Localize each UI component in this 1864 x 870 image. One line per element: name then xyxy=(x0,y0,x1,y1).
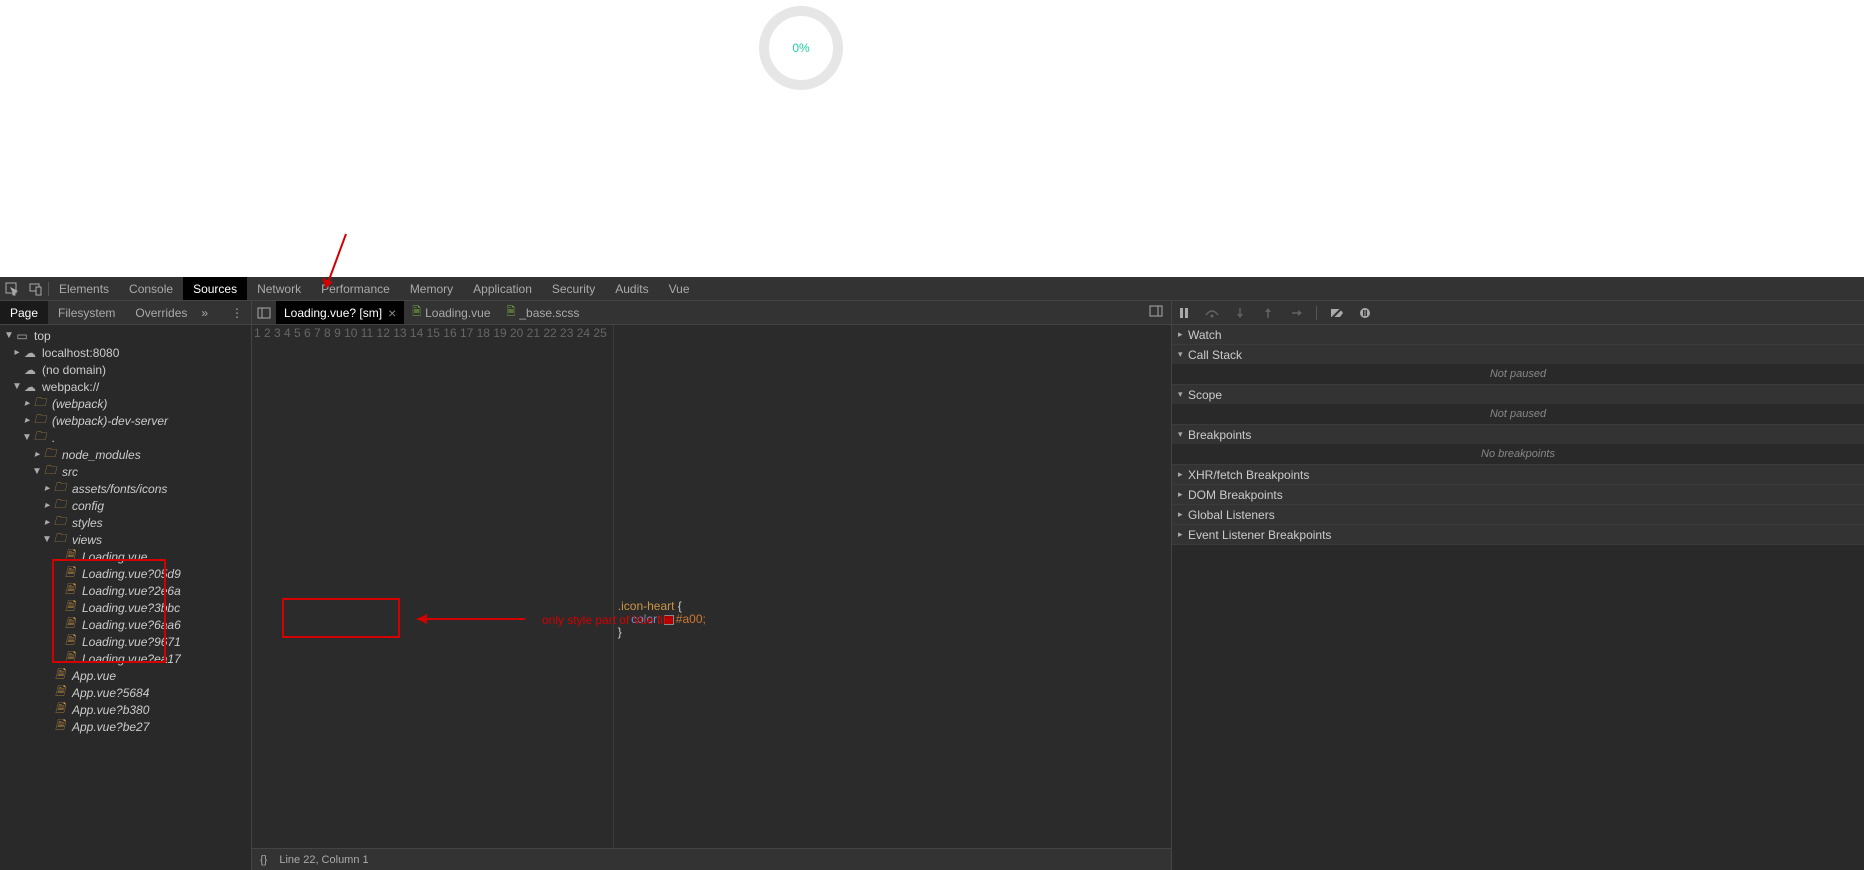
cloud-icon: ☁ xyxy=(22,346,38,360)
pause-on-exceptions-icon[interactable] xyxy=(1357,307,1373,319)
status-braces[interactable]: {} xyxy=(260,854,267,866)
tree-src[interactable]: ▼🗀src xyxy=(0,463,251,480)
close-icon[interactable]: × xyxy=(388,305,396,321)
cloud-icon: ☁ xyxy=(22,380,38,394)
tree-file[interactable]: 🗎Loading.vue?ea17 xyxy=(0,650,251,667)
tree-file[interactable]: 🗎App.vue?b380 xyxy=(0,701,251,718)
code-editor[interactable]: 1 2 3 4 5 6 7 8 9 10 11 12 13 14 15 16 1… xyxy=(252,325,1171,848)
nav-tab-filesystem[interactable]: Filesystem xyxy=(48,301,125,324)
tree-styles[interactable]: ▸🗀styles xyxy=(0,514,251,531)
loading-spinner: 0% xyxy=(759,6,843,90)
spinner-percent: 0% xyxy=(792,41,809,55)
editor-tabs: Loading.vue? [sm] × 🗎 Loading.vue 🗎 _bas… xyxy=(252,301,1171,325)
scss-file-icon: 🗎 xyxy=(507,303,516,322)
inspect-icon[interactable] xyxy=(0,282,24,296)
breakpoints-body: No breakpoints xyxy=(1172,444,1864,464)
status-cursor-position: Line 22, Column 1 xyxy=(279,854,368,866)
watch-section[interactable]: ▸Watch xyxy=(1172,325,1864,345)
vue-file-icon: 🗎 xyxy=(412,303,421,322)
frame-icon: ▭ xyxy=(14,329,30,343)
dom-breakpoints-section[interactable]: ▸DOM Breakpoints xyxy=(1172,485,1864,505)
tree-file[interactable]: 🗎App.vue?be27 xyxy=(0,718,251,735)
scope-body: Not paused xyxy=(1172,404,1864,424)
tree-file[interactable]: 🗎Loading.vue?2e6a xyxy=(0,582,251,599)
line-gutter: 1 2 3 4 5 6 7 8 9 10 11 12 13 14 15 16 1… xyxy=(252,325,614,848)
devtools-tabs: Elements Console Sources Network Perform… xyxy=(49,277,700,300)
file-tab[interactable]: 🗎 _base.scss xyxy=(499,301,588,324)
toggle-debugger-icon[interactable] xyxy=(1141,304,1171,321)
tab-elements[interactable]: Elements xyxy=(49,277,119,300)
step-out-icon[interactable] xyxy=(1260,307,1276,319)
annotation-arrow-1 xyxy=(320,232,348,292)
callstack-section[interactable]: ▾Call Stack Not paused xyxy=(1172,345,1864,385)
toggle-navigator-icon[interactable] xyxy=(252,306,276,320)
debugger-panel: ▸Watch ▾Call Stack Not paused ▾Scope Not… xyxy=(1171,301,1864,870)
tab-application[interactable]: Application xyxy=(463,277,542,300)
file-icon: 🗎 xyxy=(52,716,68,737)
tab-sources[interactable]: Sources xyxy=(183,277,247,300)
xhr-breakpoints-section[interactable]: ▸XHR/fetch Breakpoints xyxy=(1172,465,1864,485)
editor-panel: Loading.vue? [sm] × 🗎 Loading.vue 🗎 _bas… xyxy=(252,301,1171,870)
cloud-icon: ☁ xyxy=(22,363,38,377)
tab-security[interactable]: Security xyxy=(542,277,605,300)
tree-top[interactable]: ▼▭top xyxy=(0,327,251,344)
tree-file[interactable]: 🗎Loading.vue?9671 xyxy=(0,633,251,650)
file-tab-active[interactable]: Loading.vue? [sm] × xyxy=(276,301,404,324)
scope-section[interactable]: ▾Scope Not paused xyxy=(1172,385,1864,425)
tree-file[interactable]: 🗎App.vue xyxy=(0,667,251,684)
nav-tab-overrides[interactable]: Overrides xyxy=(125,301,197,324)
tree-views[interactable]: ▼🗀views xyxy=(0,531,251,548)
tree-file[interactable]: 🗎Loading.vue?05d9 xyxy=(0,565,251,582)
tab-network[interactable]: Network xyxy=(247,277,311,300)
debugger-toolbar xyxy=(1172,301,1864,325)
tree-localhost[interactable]: ▸☁localhost:8080 xyxy=(0,344,251,361)
tree-file[interactable]: 🗎Loading.vue xyxy=(0,548,251,565)
nav-tab-more[interactable]: » xyxy=(201,306,208,320)
navigator-tabs: Page Filesystem Overrides » ⋮ xyxy=(0,301,251,325)
tab-console[interactable]: Console xyxy=(119,277,183,300)
event-listener-breakpoints-section[interactable]: ▸Event Listener Breakpoints xyxy=(1172,525,1864,545)
step-over-icon[interactable] xyxy=(1204,307,1220,319)
tree-dot[interactable]: ▼🗀. xyxy=(0,429,251,446)
page-content: 0% xyxy=(0,0,1864,277)
devtools-panel: Elements Console Sources Network Perform… xyxy=(0,277,1864,870)
global-listeners-section[interactable]: ▸Global Listeners xyxy=(1172,505,1864,525)
file-tree: ▼▭top ▸☁localhost:8080 ☁(no domain) ▼☁we… xyxy=(0,325,251,870)
tree-file[interactable]: 🗎Loading.vue?6aa6 xyxy=(0,616,251,633)
tab-memory[interactable]: Memory xyxy=(400,277,463,300)
tree-assets[interactable]: ▸🗀assets/fonts/icons xyxy=(0,480,251,497)
tree-file[interactable]: 🗎App.vue?5684 xyxy=(0,684,251,701)
devtools-header: Elements Console Sources Network Perform… xyxy=(0,277,1864,301)
step-icon[interactable] xyxy=(1288,307,1304,319)
sources-navigator: Page Filesystem Overrides » ⋮ ▼▭top ▸☁lo… xyxy=(0,301,252,870)
tree-file[interactable]: 🗎Loading.vue?3bbc xyxy=(0,599,251,616)
file-tab[interactable]: 🗎 Loading.vue xyxy=(404,301,498,324)
tab-vue[interactable]: Vue xyxy=(659,277,700,300)
tree-nodomain[interactable]: ☁(no domain) xyxy=(0,361,251,378)
tab-audits[interactable]: Audits xyxy=(605,277,658,300)
pause-icon[interactable] xyxy=(1176,307,1192,319)
device-toggle-icon[interactable] xyxy=(24,282,48,296)
code-content[interactable]: .icon-heart { color: #a00; } xyxy=(614,325,1171,848)
nav-tab-page[interactable]: Page xyxy=(0,301,48,324)
annotation-text: only style part of Vue file xyxy=(542,613,672,627)
tree-nodemodules[interactable]: ▸🗀node_modules xyxy=(0,446,251,463)
tree-config[interactable]: ▸🗀config xyxy=(0,497,251,514)
editor-status-bar: {} Line 22, Column 1 xyxy=(252,848,1171,870)
nav-menu-icon[interactable]: ⋮ xyxy=(223,306,251,320)
breakpoints-section[interactable]: ▾Breakpoints No breakpoints xyxy=(1172,425,1864,465)
deactivate-breakpoints-icon[interactable] xyxy=(1329,307,1345,319)
step-into-icon[interactable] xyxy=(1232,307,1248,319)
callstack-body: Not paused xyxy=(1172,364,1864,384)
